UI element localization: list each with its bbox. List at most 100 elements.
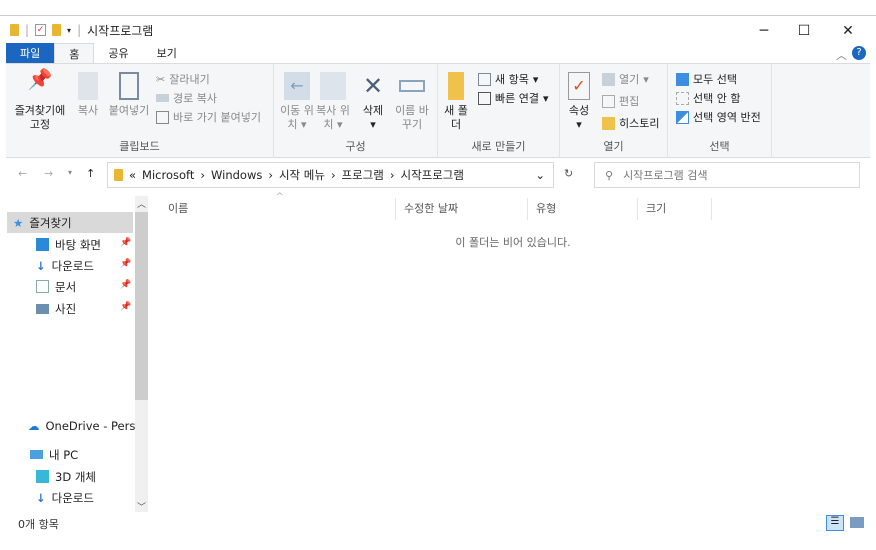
- new-label: 새로 만들기: [471, 140, 526, 153]
- copy-to-icon: [320, 72, 346, 100]
- history-icon: [602, 116, 615, 130]
- details-view-icon[interactable]: ☰: [826, 515, 844, 531]
- help-icon[interactable]: ?: [852, 46, 866, 60]
- search-box[interactable]: ⚲ 시작프로그램 검색: [594, 162, 860, 188]
- properties-button[interactable]: ✓ 속성 ▾: [564, 72, 594, 132]
- new-folder-icon: [448, 72, 464, 100]
- folder-icon: [10, 24, 19, 36]
- tab-file[interactable]: 파일: [6, 43, 55, 64]
- ribbon-tabs: 파일 홈 공유 보기: [6, 43, 191, 64]
- address-bar[interactable]: « Microsoft › Windows › 시작 메뉴 › 프로그램 › 시작프로그…: [107, 162, 554, 188]
- column-date-modified[interactable]: 수정한 날짜: [396, 198, 528, 220]
- organize-label: 구성: [345, 140, 366, 153]
- edit-button[interactable]: 편집: [602, 92, 639, 110]
- pin-icon[interactable]: 📌: [120, 259, 131, 269]
- edit-icon: [602, 94, 615, 108]
- navigation-pane: ★ 즐겨찾기 바탕 화면 ↓ 다운로드 문서 사진 📌 📌 📌 📌 ☁ OneDriv…: [0, 196, 148, 512]
- properties-qa-icon[interactable]: ✓: [35, 24, 47, 36]
- large-icons-view-icon[interactable]: [850, 517, 864, 528]
- tab-home[interactable]: 홈: [54, 43, 95, 64]
- nav-pc-downloads[interactable]: ↓ 다운로드: [36, 487, 94, 508]
- folder-icon: [114, 169, 123, 181]
- qa-dropdown-icon[interactable]: ▾: [67, 26, 71, 35]
- delete-button[interactable]: ✕ 삭제 ▾: [358, 72, 388, 132]
- forward-icon[interactable]: →: [44, 167, 53, 180]
- new-item-icon: [478, 72, 491, 86]
- nav-downloads[interactable]: ↓ 다운로드: [36, 255, 94, 276]
- search-icon: ⚲: [605, 168, 614, 182]
- scroll-down-icon[interactable]: ﹀: [137, 500, 146, 513]
- open-button[interactable]: 열기 ▾: [602, 70, 649, 88]
- breadcrumb-windows[interactable]: Windows: [211, 168, 262, 182]
- scissors-icon: ✂: [156, 72, 166, 86]
- properties-check-icon: ✓: [568, 72, 590, 100]
- pin-quick-access-button[interactable]: 📌 즐겨찾기에 고정: [8, 69, 72, 132]
- top-border: [0, 15, 876, 16]
- nav-3d-objects[interactable]: 3D 개체: [36, 466, 96, 487]
- up-icon[interactable]: ↑: [86, 167, 95, 180]
- cube-icon: [36, 470, 49, 483]
- path-icon: [156, 94, 169, 102]
- nav-desktop[interactable]: 바탕 화면: [36, 234, 101, 255]
- move-to-button[interactable]: ← 이동 위치 ▾: [280, 72, 314, 132]
- nav-pictures[interactable]: 사진: [36, 298, 76, 319]
- column-name[interactable]: 이름: [160, 198, 396, 220]
- cut-button[interactable]: ✂ 잘라내기: [156, 70, 210, 88]
- nav-documents[interactable]: 문서: [36, 276, 76, 297]
- nav-quick-access[interactable]: ★ 즐겨찾기: [7, 212, 133, 233]
- address-row: ← → ▾ ↑ « Microsoft › Windows › 시작 메뉴 › 프로그…: [0, 162, 876, 190]
- new-folder-qa-icon[interactable]: [52, 24, 62, 36]
- column-size[interactable]: 크기: [638, 198, 712, 220]
- pin-icon[interactable]: 📌: [120, 238, 131, 248]
- copy-icon: [78, 72, 98, 100]
- invert-selection-button[interactable]: 선택 영역 반전: [676, 108, 761, 126]
- breadcrumb-startup[interactable]: 시작프로그램: [400, 167, 463, 183]
- breadcrumb-overflow[interactable]: «: [129, 168, 136, 182]
- rename-button[interactable]: 이름 바꾸기: [392, 72, 432, 132]
- open-icon: [602, 72, 615, 86]
- breadcrumb-microsoft[interactable]: Microsoft: [142, 168, 194, 182]
- recent-dropdown-icon[interactable]: ▾: [68, 168, 72, 177]
- maximize-button[interactable]: ☐: [784, 20, 824, 42]
- cloud-icon: ☁: [28, 418, 40, 433]
- easy-access-button[interactable]: 빠른 연결 ▾: [478, 89, 549, 107]
- pin-icon[interactable]: 📌: [120, 302, 131, 312]
- copy-path-button[interactable]: 경로 복사: [156, 89, 217, 107]
- paste-button[interactable]: 붙여넣기: [106, 72, 152, 118]
- pin-icon[interactable]: 📌: [120, 280, 131, 290]
- delete-x-icon: ✕: [362, 72, 384, 100]
- tab-share[interactable]: 공유: [94, 43, 142, 64]
- copy-to-button[interactable]: 복사 위치 ▾: [316, 72, 350, 132]
- select-all-button[interactable]: 모두 선택: [676, 70, 737, 88]
- new-folder-button[interactable]: 새 폴더: [442, 72, 470, 132]
- close-button[interactable]: ✕: [828, 20, 868, 42]
- new-item-button[interactable]: 새 항목 ▾: [478, 70, 538, 88]
- nav-scrollbar-thumb[interactable]: [135, 212, 148, 400]
- select-all-icon: [676, 72, 689, 86]
- nav-this-pc[interactable]: 내 PC: [30, 444, 78, 465]
- select-none-icon: [676, 91, 689, 105]
- breadcrumb-start-menu[interactable]: 시작 메뉴: [279, 167, 325, 183]
- search-placeholder: 시작프로그램 검색: [623, 169, 708, 182]
- breadcrumb-programs[interactable]: 프로그램: [342, 167, 384, 183]
- scroll-up-icon[interactable]: ︿: [137, 197, 146, 210]
- window-title: 시작프로그램: [87, 23, 154, 38]
- select-label: 선택: [709, 140, 730, 153]
- select-none-button[interactable]: 선택 안 함: [676, 89, 740, 107]
- back-icon[interactable]: ←: [18, 167, 27, 180]
- copy-button[interactable]: 복사: [72, 72, 104, 118]
- column-type[interactable]: 유형: [528, 198, 638, 220]
- pictures-icon: [36, 303, 49, 314]
- document-icon: [36, 280, 49, 293]
- ribbon: 📌 즐겨찾기에 고정 복사 붙여넣기 ✂ 잘라내기 경로 복사 바로 가기 붙여넣기…: [6, 63, 870, 158]
- tab-view[interactable]: 보기: [143, 43, 191, 64]
- nav-onedrive[interactable]: ☁OneDrive - Person: [28, 415, 135, 436]
- refresh-icon[interactable]: ↻: [564, 167, 573, 180]
- collapse-ribbon-icon[interactable]: ︿: [836, 47, 847, 63]
- minimize-button[interactable]: ─: [744, 20, 784, 42]
- clipboard-label: 클립보드: [119, 140, 160, 153]
- empty-folder-message: 이 폴더는 비어 있습니다.: [455, 236, 571, 249]
- address-dropdown-icon[interactable]: ⌄: [535, 168, 545, 182]
- paste-shortcut-button[interactable]: 바로 가기 붙여넣기: [156, 108, 261, 126]
- history-button[interactable]: 히스토리: [602, 114, 659, 132]
